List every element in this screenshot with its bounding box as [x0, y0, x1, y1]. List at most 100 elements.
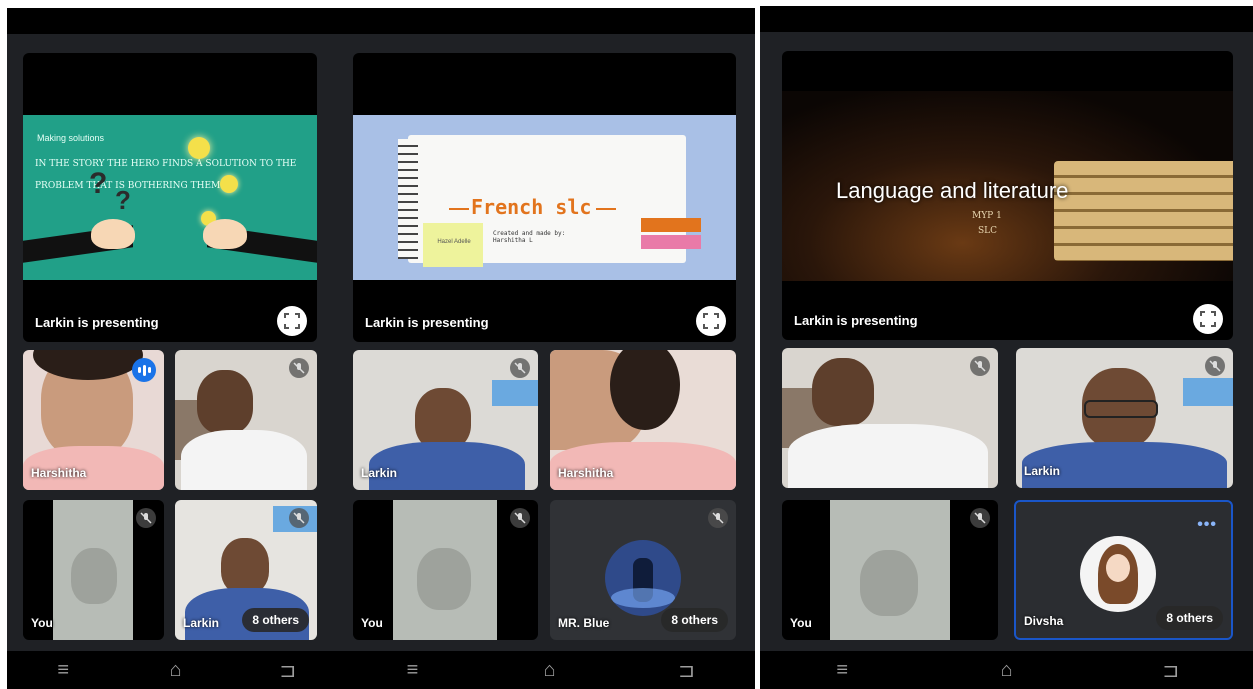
slide-line-1: IN THE STORY THE HERO FINDS A SOLUTION T… — [35, 159, 297, 169]
home-icon: ⌂ — [543, 658, 556, 681]
lightbulb-icon — [220, 175, 238, 193]
participant-tile[interactable]: MR. Blue 8 others — [550, 500, 736, 640]
android-nav-bar: ≡ ⌂ ⊐ — [760, 651, 1253, 689]
shared-slide: Making solutions IN THE STORY THE HERO F… — [23, 115, 317, 280]
mic-off-button[interactable] — [970, 508, 990, 528]
meet-screen-3: Language and literature MYP 1 SLC Larkin… — [760, 6, 1253, 689]
left-palm — [91, 219, 135, 249]
mic-off-button[interactable] — [289, 508, 309, 528]
participant-tile[interactable]: You — [353, 500, 538, 640]
notebook-spiral — [398, 139, 418, 259]
participant-tile[interactable]: Larkin — [353, 350, 538, 490]
back-button[interactable]: ⊐ — [268, 655, 308, 685]
participant-name: You — [361, 616, 383, 630]
participant-name: Larkin — [1024, 464, 1061, 478]
others-count-badge[interactable]: 8 others — [242, 608, 309, 632]
presenting-label: Larkin is presenting — [35, 315, 159, 330]
participant-tile[interactable] — [782, 348, 998, 488]
wall-poster — [1183, 378, 1233, 406]
mic-off-button[interactable] — [510, 358, 530, 378]
participant-tile[interactable]: Harshitha — [550, 350, 736, 490]
status-bar — [344, 8, 755, 34]
menu-icon: ≡ — [57, 658, 69, 681]
participant-tile[interactable]: ••• Divsha 8 others — [1014, 500, 1233, 640]
fullscreen-button[interactable] — [1193, 304, 1223, 334]
home-button[interactable]: ⌂ — [530, 655, 570, 685]
participant-name: Divsha — [1024, 614, 1064, 628]
shared-slide: Language and literature MYP 1 SLC — [782, 91, 1233, 281]
back-icon: ⊐ — [279, 659, 297, 682]
participant-tile[interactable]: Larkin 8 others — [175, 500, 317, 640]
presentation-panel[interactable]: Making solutions IN THE STORY THE HERO F… — [23, 53, 317, 342]
meet-screen-2: French slc Hazel Adelle Created and made… — [344, 8, 755, 689]
pink-tab — [641, 218, 701, 232]
presentation-panel[interactable]: Language and literature MYP 1 SLC Larkin… — [782, 51, 1233, 340]
slide-subtitle-2: SLC — [978, 226, 998, 236]
menu-icon: ≡ — [406, 658, 419, 681]
back-icon: ⊐ — [1162, 659, 1180, 682]
avatar-face — [1106, 554, 1130, 582]
wall-poster — [492, 380, 538, 406]
more-options-icon[interactable]: ••• — [1197, 516, 1217, 534]
participant-name: Larkin — [361, 466, 398, 480]
mic-off-button[interactable] — [136, 508, 156, 528]
participant-shirt — [788, 424, 988, 488]
participant-name: You — [31, 616, 53, 630]
avatar — [1080, 536, 1156, 612]
fullscreen-icon — [284, 313, 300, 329]
mic-off-button[interactable] — [970, 356, 990, 376]
others-count-badge[interactable]: 8 others — [1156, 606, 1223, 630]
fullscreen-icon — [1200, 311, 1216, 327]
mic-off-icon — [140, 512, 152, 524]
mic-off-button[interactable] — [510, 508, 530, 528]
participant-tile[interactable]: You — [23, 500, 164, 640]
back-button[interactable]: ⊐ — [1151, 655, 1191, 685]
menu-button[interactable]: ≡ — [822, 655, 862, 685]
mic-off-icon — [514, 512, 526, 524]
participant-face — [860, 550, 918, 616]
mic-off-icon — [293, 362, 305, 374]
title-rule-right — [596, 208, 616, 210]
mic-off-button[interactable] — [708, 508, 728, 528]
participant-face — [415, 388, 471, 450]
participant-shirt — [181, 430, 307, 490]
orange-tab — [641, 235, 701, 249]
participant-tile[interactable] — [175, 350, 317, 490]
participant-name: MR. Blue — [558, 616, 610, 630]
right-palm — [203, 219, 247, 249]
fullscreen-button[interactable] — [696, 306, 726, 336]
avatar-glow — [611, 588, 675, 608]
question-mark-icon: ? — [115, 185, 131, 215]
status-bar — [7, 8, 344, 34]
back-button[interactable]: ⊐ — [667, 655, 707, 685]
slide-title: Language and literature — [836, 178, 1069, 203]
participant-tile[interactable]: Harshitha — [23, 350, 164, 490]
screenshot-collage: Making solutions IN THE STORY THE HERO F… — [0, 0, 1253, 689]
others-count-badge[interactable]: 8 others — [661, 608, 728, 632]
fullscreen-icon — [703, 313, 719, 329]
slide-heading: Making solutions — [37, 133, 105, 143]
android-nav-bar: ≡ ⌂ ⊐ — [344, 651, 755, 689]
menu-button[interactable]: ≡ — [43, 655, 83, 685]
shared-slide: French slc Hazel Adelle Created and made… — [353, 115, 736, 280]
presentation-panel[interactable]: French slc Hazel Adelle Created and made… — [353, 53, 736, 342]
meet-screen-1: Making solutions IN THE STORY THE HERO F… — [7, 8, 344, 689]
mic-off-icon — [1209, 360, 1221, 372]
home-button[interactable]: ⌂ — [986, 655, 1026, 685]
question-mark-icon: ? — [89, 167, 108, 200]
title-rule-left — [449, 208, 469, 210]
participant-tile[interactable]: You — [782, 500, 998, 640]
participant-name: You — [790, 616, 812, 630]
presenting-label: Larkin is presenting — [365, 315, 489, 330]
participant-tile[interactable]: Larkin — [1016, 348, 1233, 488]
mic-off-button[interactable] — [1205, 356, 1225, 376]
credit-text: Created and made by: Harshitha L — [493, 230, 566, 244]
menu-icon: ≡ — [836, 658, 848, 681]
home-button[interactable]: ⌂ — [155, 655, 195, 685]
mic-off-icon — [974, 512, 986, 524]
mic-off-button[interactable] — [289, 358, 309, 378]
fullscreen-button[interactable] — [277, 306, 307, 336]
menu-button[interactable]: ≡ — [393, 655, 433, 685]
sticky-note — [423, 223, 483, 267]
mic-off-icon — [293, 512, 305, 524]
